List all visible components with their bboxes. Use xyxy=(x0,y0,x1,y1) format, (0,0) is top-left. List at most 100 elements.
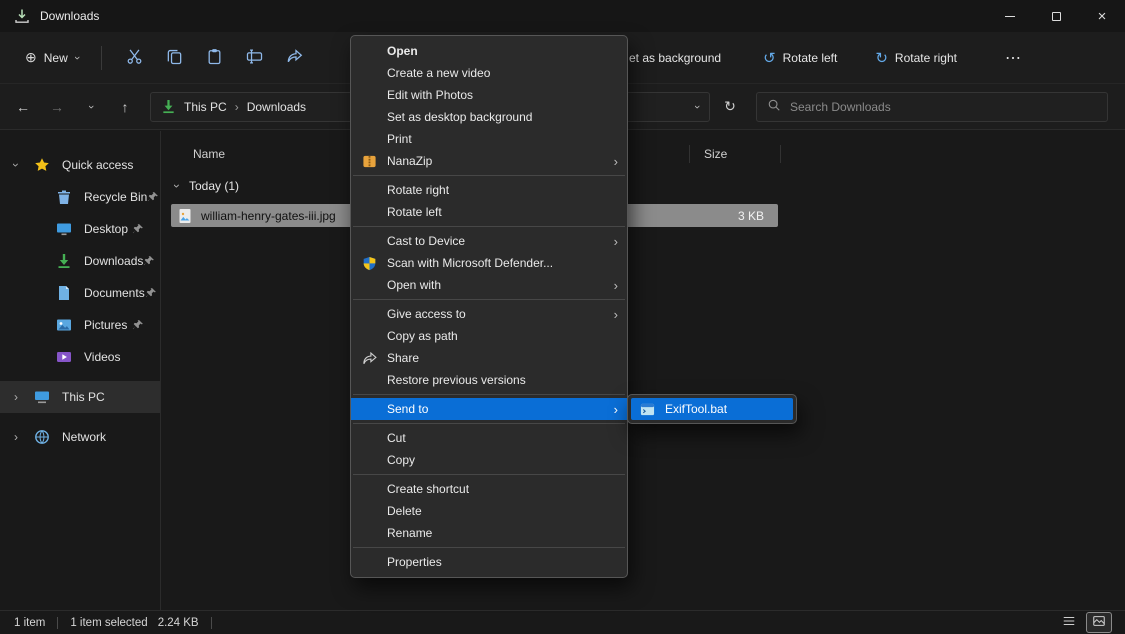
thumbnail-view-button[interactable] xyxy=(1087,613,1111,632)
menu-item-cut[interactable]: Cut xyxy=(351,427,627,449)
share-icon xyxy=(359,350,379,366)
menu-item-label: Delete xyxy=(387,504,422,518)
more-options-button[interactable]: ⋯ xyxy=(995,41,1031,75)
sidebar-item-network[interactable]: ›Network xyxy=(0,421,160,453)
menu-item-open-with[interactable]: Open with› xyxy=(351,274,627,296)
cut-button[interactable] xyxy=(114,41,154,75)
icon-spacer xyxy=(359,503,379,519)
pin-icon xyxy=(147,191,159,203)
rotate-right-label: Rotate right xyxy=(895,51,957,65)
chevron-right-icon[interactable]: › xyxy=(8,430,24,444)
menu-item-cast-to-device[interactable]: Cast to Device› xyxy=(351,230,627,252)
desktop-icon xyxy=(56,221,72,237)
menu-item-exiftool-bat[interactable]: ExifTool.bat xyxy=(631,398,793,420)
icon-spacer xyxy=(359,182,379,198)
titlebar: Downloads × xyxy=(0,0,1125,32)
more-icon: ⋯ xyxy=(1005,50,1021,67)
sidebar-item-desktop[interactable]: Desktop xyxy=(0,213,160,245)
menu-item-properties[interactable]: Properties xyxy=(351,551,627,573)
menu-item-copy-as-path[interactable]: Copy as path xyxy=(351,325,627,347)
back-button[interactable]: ← xyxy=(6,90,40,124)
rotate-left-button[interactable]: ↺ Rotate left xyxy=(755,41,845,75)
menu-item-restore-previous-versions[interactable]: Restore previous versions xyxy=(351,369,627,391)
copy-button[interactable] xyxy=(154,41,194,75)
recent-locations-button[interactable]: › xyxy=(74,90,108,124)
command-bar-right: et as background ↺ Rotate left ↻ Rotate … xyxy=(629,32,1031,83)
network-icon xyxy=(34,429,50,445)
column-header-size[interactable]: Size xyxy=(689,145,781,163)
menu-item-share[interactable]: Share xyxy=(351,347,627,369)
icon-spacer xyxy=(359,481,379,497)
refresh-button[interactable]: ↻ xyxy=(714,90,746,124)
minimize-button[interactable] xyxy=(987,0,1033,32)
sidebar-item-documents[interactable]: Documents xyxy=(0,277,160,309)
menu-item-label: Send to xyxy=(387,402,428,416)
forward-button[interactable]: → xyxy=(40,90,74,124)
menu-item-delete[interactable]: Delete xyxy=(351,500,627,522)
menu-item-rotate-left[interactable]: Rotate left xyxy=(351,201,627,223)
menu-item-scan-with-microsoft-defender[interactable]: Scan with Microsoft Defender... xyxy=(351,252,627,274)
menu-item-print[interactable]: Print xyxy=(351,128,627,150)
share-icon xyxy=(286,48,303,68)
sidebar-item-downloads[interactable]: Downloads xyxy=(0,245,160,277)
search-box[interactable] xyxy=(756,92,1108,122)
menu-item-label: Properties xyxy=(387,555,442,569)
toolbar-divider xyxy=(101,46,102,70)
sidebar-item-recycle-bin[interactable]: Recycle Bin xyxy=(0,181,160,213)
pictures-icon xyxy=(56,317,72,333)
pin-icon xyxy=(132,319,144,331)
image-file-icon xyxy=(177,208,193,224)
submenu-arrow-icon: › xyxy=(614,154,618,169)
pin-icon xyxy=(145,287,157,299)
menu-item-rotate-right[interactable]: Rotate right xyxy=(351,179,627,201)
menu-item-label: NanaZip xyxy=(387,154,432,168)
icon-spacer xyxy=(359,131,379,147)
sidebar-item-label: Desktop xyxy=(84,222,128,236)
icon-spacer xyxy=(359,430,379,446)
rotate-right-button[interactable]: ↻ Rotate right xyxy=(867,41,965,75)
group-collapse-icon[interactable]: › xyxy=(170,184,184,188)
new-button[interactable]: ⊕ New › xyxy=(14,41,89,75)
search-input[interactable] xyxy=(790,100,1097,114)
menu-item-open[interactable]: Open xyxy=(351,40,627,62)
videos-icon xyxy=(56,349,72,365)
group-header[interactable]: › Today (1) xyxy=(161,174,1125,198)
menu-item-create-a-new-video[interactable]: Create a new video xyxy=(351,62,627,84)
address-dropdown-icon[interactable]: › xyxy=(691,105,703,109)
menu-item-send-to[interactable]: Send to› xyxy=(351,398,627,420)
menu-item-edit-with-photos[interactable]: Edit with Photos xyxy=(351,84,627,106)
sidebar-item-videos[interactable]: Videos xyxy=(0,341,160,373)
menu-item-create-shortcut[interactable]: Create shortcut xyxy=(351,478,627,500)
breadcrumb-this-pc[interactable]: This PC xyxy=(176,100,235,114)
back-icon: ← xyxy=(16,99,30,115)
menu-item-nanazip[interactable]: NanaZip › xyxy=(351,150,627,172)
breadcrumb-downloads[interactable]: Downloads xyxy=(239,100,314,114)
menu-item-rename[interactable]: Rename xyxy=(351,522,627,544)
chevron-right-icon[interactable]: › xyxy=(8,390,24,404)
share-button[interactable] xyxy=(274,41,314,75)
search-icon xyxy=(767,98,781,115)
menu-separator xyxy=(353,394,625,395)
paste-icon xyxy=(206,48,223,68)
up-button[interactable]: ↑ xyxy=(108,90,142,124)
paste-button[interactable] xyxy=(194,41,234,75)
new-button-label: New xyxy=(44,51,68,65)
send-to-submenu: ExifTool.bat xyxy=(627,394,797,424)
menu-item-give-access-to[interactable]: Give access to› xyxy=(351,303,627,325)
sidebar-item-quick-access[interactable]: ›Quick access xyxy=(0,149,160,181)
rename-button[interactable] xyxy=(234,41,274,75)
maximize-button[interactable] xyxy=(1033,0,1079,32)
set-as-background-button[interactable]: et as background xyxy=(629,51,721,65)
menu-item-label: Give access to xyxy=(387,307,466,321)
sidebar-item-pictures[interactable]: Pictures xyxy=(0,309,160,341)
downloads-app-icon xyxy=(14,8,30,24)
menu-item-copy[interactable]: Copy xyxy=(351,449,627,471)
downloads-icon xyxy=(56,253,72,269)
chevron-down-icon[interactable]: › xyxy=(9,157,23,173)
close-button[interactable]: × xyxy=(1079,0,1125,32)
menu-item-set-as-desktop-background[interactable]: Set as desktop background xyxy=(351,106,627,128)
sidebar: ›Quick accessRecycle Bin Desktop Downloads… xyxy=(0,131,161,610)
group-label: Today (1) xyxy=(189,179,239,193)
sidebar-item-this-pc[interactable]: ›This PC xyxy=(0,381,160,413)
details-view-button[interactable] xyxy=(1057,613,1081,632)
